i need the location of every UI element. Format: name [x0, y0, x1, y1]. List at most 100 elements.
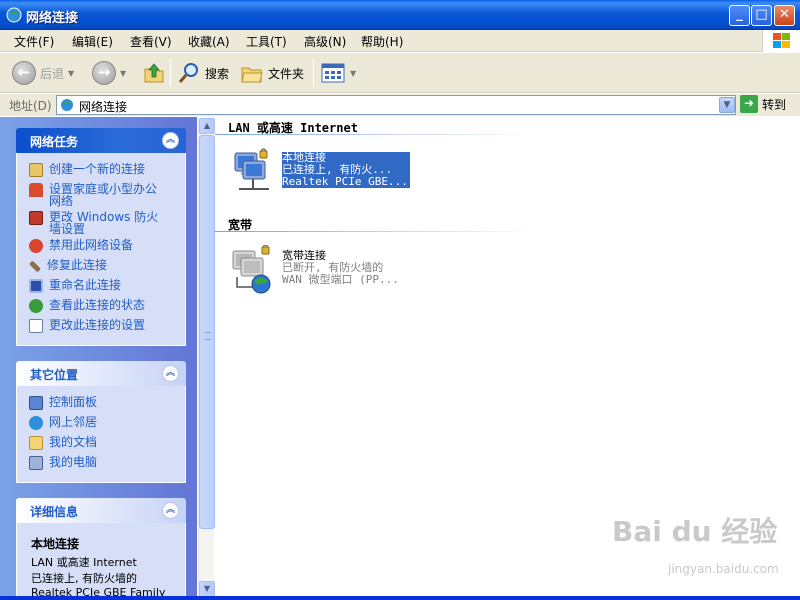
menu-help[interactable]: 帮助(H) [361, 33, 403, 50]
window-title: 网络连接 [26, 11, 79, 26]
search-label: 搜索 [205, 66, 230, 81]
network-tasks-title: 网络任务 [30, 135, 79, 149]
task-rename-connection[interactable]: 重命名此连接 [29, 279, 159, 293]
windows-logo-icon [762, 30, 800, 52]
back-label: 后退 [40, 66, 65, 81]
up-folder-button[interactable] [142, 59, 166, 87]
place-label: 我的文档 [49, 435, 98, 449]
place-label: 我的电脑 [49, 455, 98, 469]
chevron-down-icon: ▼ [68, 68, 75, 78]
search-button[interactable]: 搜索 [177, 59, 229, 87]
task-create-connection[interactable]: 创建一个新的连接 [29, 163, 159, 177]
network-connections-icon [61, 99, 73, 111]
back-button[interactable]: ← 后退 ▼ [12, 59, 74, 87]
menu-file[interactable]: 文件(F) [14, 33, 54, 50]
details-header[interactable]: 详细信息 ︽ [16, 498, 186, 523]
address-dropdown-icon[interactable]: ▼ [719, 97, 735, 113]
menu-edit[interactable]: 编辑(E) [72, 33, 113, 50]
toolbar-separator [313, 59, 314, 87]
address-label: 地址(D) [9, 99, 52, 113]
menu-favorites[interactable]: 收藏(A) [188, 33, 230, 50]
details-name: 本地连接 [31, 537, 80, 551]
lan-connection-icon [234, 148, 269, 190]
maximize-button[interactable]: □ [751, 5, 772, 26]
task-label: 设置家庭或小型办公网络 [49, 182, 158, 208]
place-control-panel[interactable]: 控制面板 [29, 396, 159, 410]
task-pane: 网络任务 ︽ 创建一个新的连接 设置家庭或小型办公网络 更改 Windows 防… [0, 117, 197, 600]
task-pane-scrollbar[interactable]: ▲ ▼ [198, 117, 215, 600]
chevron-down-icon: ▼ [120, 68, 127, 78]
baidu-watermark-url: jingyan.baidu.com [668, 562, 779, 576]
place-network-neighborhood[interactable]: 网上邻居 [29, 416, 159, 430]
firewall-icon [29, 211, 43, 225]
local-connection-label: 本地连接 已连接上, 有防火... Realtek PCIe GBE... [282, 152, 410, 188]
forward-arrow-icon: → [92, 61, 116, 85]
folders-button[interactable]: 文件夹 [240, 59, 304, 87]
up-folder-icon [144, 63, 164, 83]
task-view-status[interactable]: 查看此连接的状态 [29, 299, 159, 313]
collapse-icon[interactable]: ︽ [162, 365, 179, 382]
details-line: 已连接上, 有防火墙的 [31, 572, 137, 585]
task-label: 修复此连接 [47, 258, 108, 272]
collapse-icon[interactable]: ︽ [162, 502, 179, 519]
network-places-icon [29, 416, 43, 430]
collapse-icon[interactable]: ︽ [162, 132, 179, 149]
task-change-settings[interactable]: 更改此连接的设置 [29, 319, 159, 333]
task-label: 更改 Windows 防火墙设置 [49, 210, 159, 236]
task-label: 创建一个新的连接 [49, 162, 146, 176]
new-connection-icon [29, 163, 43, 177]
go-label: 转到 [762, 97, 787, 112]
toolbar-separator [170, 59, 171, 87]
menu-bar: 文件(F) 编辑(E) 查看(V) 收藏(A) 工具(T) 高级(N) 帮助(H… [0, 30, 800, 52]
task-label: 查看此连接的状态 [49, 298, 146, 312]
title-bar: 网络连接 _ □ ✕ [0, 0, 800, 30]
settings-icon [29, 319, 43, 333]
connection-device: Realtek PCIe GBE... [282, 175, 410, 188]
go-button[interactable]: ➜ 转到 [740, 95, 786, 113]
details-title: 详细信息 [30, 505, 79, 519]
task-disable-device[interactable]: 禁用此网络设备 [29, 239, 159, 253]
chevron-down-icon: ▼ [350, 68, 357, 78]
my-documents-icon [29, 436, 43, 450]
back-arrow-icon: ← [12, 61, 36, 85]
menu-advanced[interactable]: 高级(N) [304, 33, 346, 50]
task-label: 重命名此连接 [49, 278, 122, 292]
section-divider [215, 134, 535, 135]
forward-button[interactable]: → ▼ [92, 59, 126, 87]
network-tasks-panel: 创建一个新的连接 设置家庭或小型办公网络 更改 Windows 防火墙设置 禁用… [16, 153, 186, 346]
task-home-network[interactable]: 设置家庭或小型办公网络 [29, 183, 159, 207]
control-panel-icon [29, 396, 43, 410]
search-icon [178, 63, 198, 83]
scroll-down-icon[interactable]: ▼ [199, 581, 215, 597]
place-my-computer[interactable]: 我的电脑 [29, 456, 159, 470]
details-panel: 本地连接 LAN 或高速 Internet 已连接上, 有防火墙的 Realte… [16, 523, 186, 600]
broadband-connection-icon [232, 245, 271, 294]
close-button[interactable]: ✕ [774, 5, 795, 26]
other-places-panel: 控制面板 网上邻居 我的文档 我的电脑 [16, 386, 186, 483]
place-my-documents[interactable]: 我的文档 [29, 436, 159, 450]
folders-label: 文件夹 [268, 66, 305, 81]
network-tasks-header[interactable]: 网络任务 ︽ [16, 128, 186, 153]
connection-device: WAN 微型端口 (PP... [282, 273, 399, 286]
home-network-icon [29, 183, 43, 197]
window-bottom-border [0, 596, 800, 600]
repair-icon [28, 260, 42, 273]
minimize-button[interactable]: _ [729, 5, 750, 26]
scroll-thumb[interactable] [199, 135, 215, 529]
menu-view[interactable]: 查看(V) [130, 33, 172, 50]
baidu-watermark: Bai du 经验 [612, 515, 778, 548]
details-line: LAN 或高速 Internet [31, 556, 137, 569]
task-label: 更改此连接的设置 [49, 318, 146, 332]
task-firewall-settings[interactable]: 更改 Windows 防火墙设置 [29, 211, 159, 235]
views-icon [321, 63, 345, 83]
go-arrow-icon: ➜ [740, 95, 758, 113]
menu-tools[interactable]: 工具(T) [246, 33, 287, 50]
scroll-up-icon[interactable]: ▲ [199, 118, 215, 134]
task-repair-connection[interactable]: 修复此连接 [28, 258, 157, 273]
address-input[interactable]: 网络连接 ▼ [56, 95, 736, 115]
other-places-header[interactable]: 其它位置 ︽ [16, 361, 186, 386]
views-button[interactable]: ▼ [320, 59, 356, 87]
folders-icon [241, 67, 263, 83]
status-icon [29, 299, 43, 313]
address-bar: 地址(D) 网络连接 ▼ ➜ 转到 [0, 94, 800, 116]
